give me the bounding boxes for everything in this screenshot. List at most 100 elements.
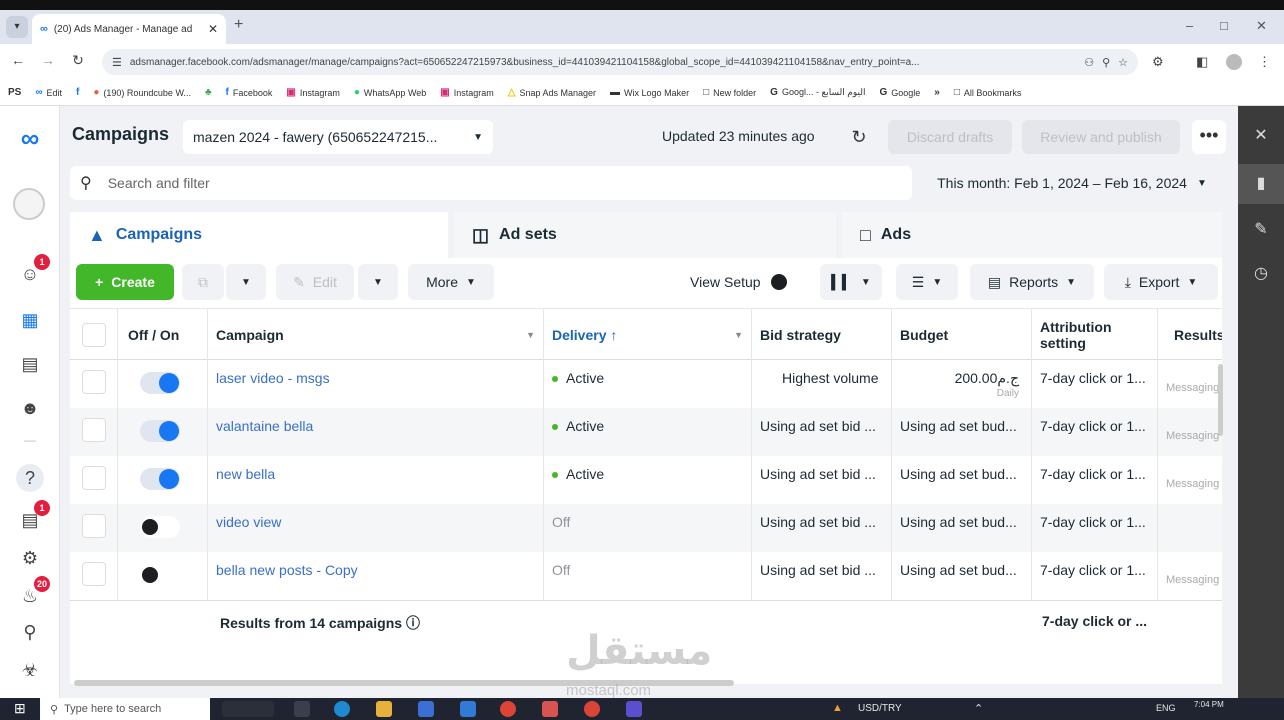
bookmark-facebook[interactable]: f Facebook xyxy=(226,87,273,98)
back-icon[interactable]: ← xyxy=(4,52,32,68)
review-publish-button[interactable]: Review and publish xyxy=(1022,120,1180,154)
bookmark-ps[interactable]: PS xyxy=(8,87,21,98)
view-setup-switch[interactable] xyxy=(770,274,787,290)
col-offon[interactable]: Off / On xyxy=(118,309,208,361)
bookmark-whatsapp[interactable]: ● WhatsApp Web xyxy=(354,87,426,98)
bookmark-instagram[interactable]: ▣ Instagram xyxy=(286,87,339,98)
all-bookmarks[interactable]: □ All Bookmarks xyxy=(954,87,1022,98)
new-tab-icon[interactable]: + xyxy=(234,16,243,34)
table-row[interactable]: bella new posts - Copy Off Using ad set bi… xyxy=(70,552,1222,600)
events-icon[interactable]: ▤ 1 xyxy=(16,500,50,534)
store-icon[interactable] xyxy=(418,701,434,717)
audiences-icon[interactable]: ☻ xyxy=(16,394,44,422)
file-explorer-icon[interactable] xyxy=(376,701,392,717)
col-attribution[interactable]: Attribution setting xyxy=(1032,309,1158,361)
alerts-bell-icon[interactable]: ♨ 20 xyxy=(16,576,50,610)
col-campaign[interactable]: Campaign ▼ xyxy=(208,309,544,361)
sidepanel-icon[interactable]: ◧ xyxy=(1196,54,1208,70)
bookmark-instagram-2[interactable]: ▣ Instagram xyxy=(440,87,493,98)
table-row[interactable]: video view Off Using ad set bid ... Using a… xyxy=(70,504,1222,552)
charts-icon[interactable]: ▮ xyxy=(1238,164,1284,204)
bookmark-google-news[interactable]: G Googl... - اليوم السابع xyxy=(770,87,865,98)
mail-icon[interactable] xyxy=(460,701,476,717)
translate-icon[interactable]: ⚇ xyxy=(1084,56,1094,69)
columns-button[interactable]: ▍▍ ▼ xyxy=(820,264,882,300)
campaign-toggle[interactable] xyxy=(140,564,180,586)
refresh-icon[interactable]: ↻ xyxy=(844,122,874,152)
address-bar[interactable]: ☰ adsmanager.facebook.com/adsmanager/man… xyxy=(102,49,1138,75)
campaign-name-link[interactable]: video view xyxy=(216,514,281,530)
col-delivery[interactable]: Delivery ↑ ▼ xyxy=(544,309,752,361)
create-button[interactable]: + Create xyxy=(76,264,174,300)
row-checkbox[interactable] xyxy=(82,418,106,442)
maximize-icon[interactable]: □ xyxy=(1220,18,1228,33)
profile-avatar[interactable] xyxy=(1226,54,1242,70)
table-row[interactable]: valantaine bella Active Using ad set bid .… xyxy=(70,408,1222,456)
date-range-picker[interactable]: This month: Feb 1, 2024 – Feb 16, 2024 ▼ xyxy=(922,166,1222,200)
extensions-icon[interactable]: ⚙ xyxy=(1152,54,1164,70)
duplicate-dropdown[interactable]: ▼ xyxy=(226,264,266,300)
window-close-icon[interactable]: ✕ xyxy=(1256,18,1267,34)
breakdown-button[interactable]: ☰ ▼ xyxy=(896,264,958,300)
more-button[interactable]: More ▼ xyxy=(408,264,494,300)
search-icon[interactable]: ⚲ xyxy=(16,618,44,646)
reload-icon[interactable]: ↻ xyxy=(64,52,92,69)
edit-button[interactable]: ✎ Edit xyxy=(276,264,354,300)
settings-gear-icon[interactable]: ⚙ xyxy=(16,544,44,572)
zoom-icon[interactable]: ⚲ xyxy=(1102,56,1110,69)
language-indicator[interactable]: ENG xyxy=(1156,703,1176,713)
tray-chevron-icon[interactable]: ⌃ xyxy=(974,702,983,715)
app2-icon[interactable] xyxy=(626,701,642,717)
bookmark-colorful-icon[interactable]: ♣ xyxy=(205,87,212,98)
minimize-icon[interactable]: – xyxy=(1186,18,1193,33)
history-clock-icon[interactable]: ◷ xyxy=(1238,254,1284,294)
campaign-name-link[interactable]: laser video - msgs xyxy=(216,370,330,386)
row-checkbox[interactable] xyxy=(82,562,106,586)
campaign-toggle[interactable] xyxy=(140,372,180,394)
more-options-button[interactable]: ••• xyxy=(1192,120,1226,154)
account-selector[interactable]: mazen 2024 - fawery (650652247215... ▼ xyxy=(183,120,493,154)
campaign-name-link[interactable]: new bella xyxy=(216,466,275,482)
row-checkbox[interactable] xyxy=(82,370,106,394)
bookmarks-overflow-icon[interactable]: » xyxy=(934,87,940,98)
chrome-icon[interactable] xyxy=(500,701,516,717)
discard-drafts-button[interactable]: Discard drafts xyxy=(888,120,1012,154)
bookmark-google[interactable]: G Google xyxy=(879,87,920,98)
pages-icon[interactable]: ▤ xyxy=(16,350,44,378)
chrome-menu-icon[interactable]: ⋮ xyxy=(1258,54,1271,70)
col-results[interactable]: Results xyxy=(1158,309,1222,361)
close-panel-icon[interactable]: ✕ xyxy=(1238,116,1284,156)
clock[interactable]: 7:04 PM xyxy=(1194,700,1224,709)
campaign-toggle[interactable] xyxy=(140,516,180,538)
table-vertical-scrollbar[interactable] xyxy=(1218,364,1223,436)
campaigns-table-icon[interactable]: ▦ xyxy=(16,306,44,334)
tab-adsets[interactable]: ◫ Ad sets xyxy=(454,212,836,258)
table-row[interactable]: laser video - msgs Active Highest volume 20… xyxy=(70,360,1222,408)
campaign-name-link[interactable]: bella new posts - Copy xyxy=(216,562,358,578)
campaign-toggle[interactable] xyxy=(140,420,180,442)
bookmark-new-folder[interactable]: □ New folder xyxy=(703,87,756,98)
export-button[interactable]: ⤓ Export ▼ xyxy=(1104,264,1218,300)
edit-pencil-icon[interactable]: ✎ xyxy=(1238,210,1284,250)
meta-logo-icon[interactable]: ∞ xyxy=(16,124,44,152)
duplicate-button[interactable]: ⧉ xyxy=(182,264,224,300)
bookmark-roundcube[interactable]: ● (190) Roundcube W... xyxy=(93,87,191,98)
edit-dropdown[interactable]: ▼ xyxy=(358,264,398,300)
taskview-icon[interactable] xyxy=(294,701,310,717)
select-all-checkbox[interactable] xyxy=(81,323,106,347)
campaign-toggle[interactable] xyxy=(140,468,180,490)
bookmark-snap[interactable]: △ Snap Ads Manager xyxy=(508,87,596,98)
account-avatar[interactable] xyxy=(13,188,45,220)
col-budget[interactable]: Budget xyxy=(892,309,1032,361)
bookmark-star-icon[interactable]: ☆ xyxy=(1118,56,1128,69)
reports-button[interactable]: ▤ Reports ▼ xyxy=(970,264,1094,300)
search-filter-bar[interactable]: ⚲ Search and filter xyxy=(70,166,912,200)
bookmark-facebook-icon[interactable]: f xyxy=(76,87,79,98)
info-icon[interactable]: ⓘ xyxy=(406,615,420,631)
bookmark-wix[interactable]: ▬ Wix Logo Maker xyxy=(610,87,689,98)
tab-close-icon[interactable]: ✕ xyxy=(208,22,218,36)
edge-icon[interactable] xyxy=(334,701,350,717)
table-row[interactable]: new bella Active Using ad set bid ... Using… xyxy=(70,456,1222,504)
app-icon[interactable] xyxy=(542,701,558,717)
site-info-icon[interactable]: ☰ xyxy=(112,56,122,69)
